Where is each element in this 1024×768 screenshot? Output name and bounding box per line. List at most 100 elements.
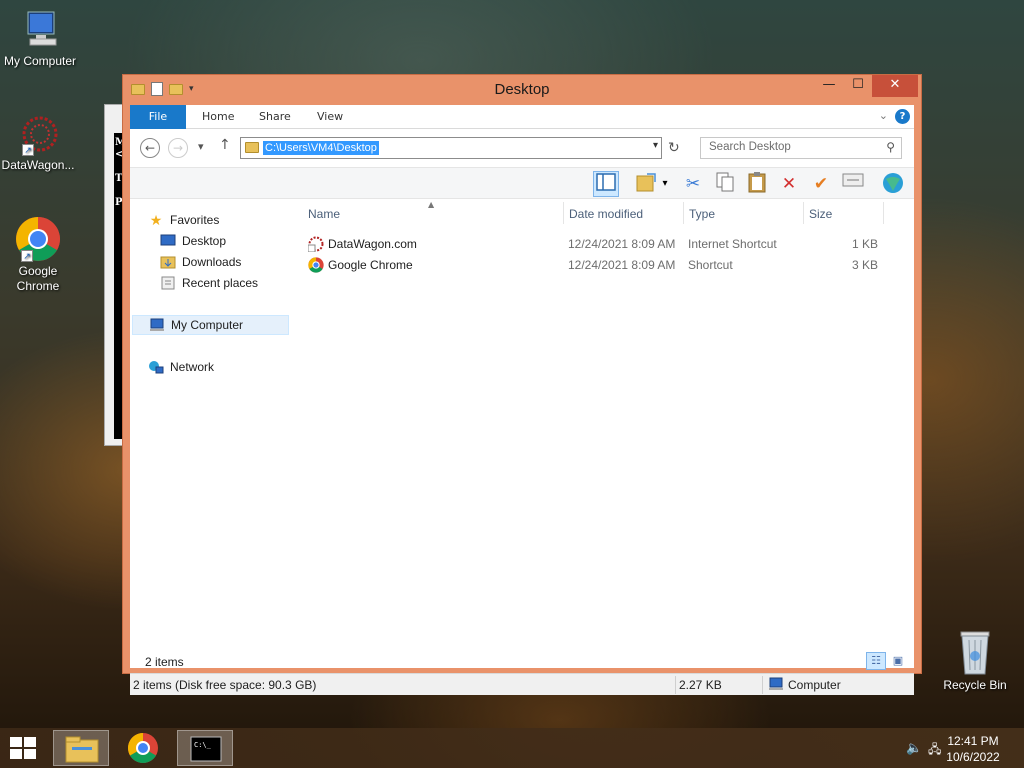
properties-icon[interactable] bbox=[840, 171, 866, 197]
column-header-type[interactable]: Type bbox=[689, 207, 715, 221]
tab-file[interactable]: File bbox=[130, 105, 186, 129]
network-icon bbox=[148, 360, 164, 374]
status-divider bbox=[762, 676, 763, 694]
details-view-icon[interactable]: ☷ bbox=[866, 652, 886, 670]
system-tray: 🔈 🖧 12:41 PM 10/6/2022 bbox=[884, 728, 1024, 768]
column-divider[interactable] bbox=[883, 202, 884, 224]
computer-icon bbox=[768, 677, 784, 694]
table-row[interactable]: Google Chrome 12/24/2021 8:09 AM Shortcu… bbox=[300, 255, 880, 275]
taskbar-command-prompt[interactable]: C:\_ bbox=[177, 730, 233, 766]
delete-icon[interactable]: ✕ bbox=[776, 171, 802, 197]
folder-options-icon[interactable] bbox=[633, 171, 659, 197]
desktop-icon-my-computer[interactable]: My Computer bbox=[0, 8, 80, 69]
desktop-icon-label: Google Chrome bbox=[16, 264, 60, 293]
nav-network[interactable]: Network bbox=[148, 357, 305, 377]
title-bar[interactable]: ▾ Desktop — ☐ ✕ bbox=[123, 75, 921, 105]
taskbar-file-explorer[interactable] bbox=[53, 730, 109, 766]
search-placeholder: Search Desktop bbox=[709, 141, 791, 153]
globe-icon[interactable] bbox=[880, 171, 906, 197]
address-bar[interactable]: C:\Users\VM4\Desktop ▾ bbox=[240, 137, 662, 159]
nav-label: Desktop bbox=[182, 234, 227, 248]
column-header-size[interactable]: Size bbox=[809, 207, 832, 221]
column-divider[interactable] bbox=[683, 202, 684, 224]
recent-locations-button[interactable]: ▾ bbox=[198, 140, 204, 153]
downloads-icon bbox=[160, 255, 176, 269]
file-date: 12/24/2021 8:09 AM bbox=[568, 258, 676, 272]
column-divider[interactable] bbox=[563, 202, 564, 224]
table-row[interactable]: DataWagon.com 12/24/2021 8:09 AM Interne… bbox=[300, 234, 880, 254]
chevron-down-icon[interactable]: ▾ bbox=[653, 140, 658, 151]
taskbar: C:\_ 🔈 🖧 12:41 PM 10/6/2022 bbox=[0, 728, 1024, 768]
recent-places-icon bbox=[160, 276, 176, 290]
nav-downloads[interactable]: Downloads bbox=[160, 252, 317, 272]
window-body: File Home Share View ⌄ ? ← → ▾ ↑ C:\User… bbox=[130, 105, 914, 695]
navigation-pane: ★ Favorites Desktop Downloads Recent pla… bbox=[130, 200, 290, 640]
column-header-name[interactable]: Name bbox=[308, 207, 340, 221]
shortcut-arrow-icon: ↗ bbox=[21, 250, 33, 262]
help-icon[interactable]: ? bbox=[895, 109, 910, 124]
nav-desktop[interactable]: Desktop bbox=[160, 231, 317, 251]
file-name: DataWagon.com bbox=[328, 237, 417, 251]
copy-icon[interactable] bbox=[712, 171, 738, 197]
up-button[interactable]: ↑ bbox=[219, 137, 231, 153]
desktop-icon-datawagon[interactable]: ↗ DataWagon... bbox=[0, 112, 78, 173]
item-count-bar: 2 items ☷ ▣ bbox=[130, 650, 914, 672]
refresh-icon[interactable]: ↻ bbox=[668, 140, 680, 156]
nav-label: Favorites bbox=[170, 213, 220, 227]
chrome-icon: ↗ bbox=[15, 216, 61, 262]
chevron-down-icon[interactable]: ▾ bbox=[658, 171, 672, 197]
file-list: ▲ Name Date modified Type Size DataWagon… bbox=[300, 200, 914, 640]
close-button[interactable]: ✕ bbox=[872, 75, 918, 97]
desktop-icon-recycle-bin[interactable]: Recycle Bin bbox=[935, 630, 1015, 693]
tab-view[interactable]: View bbox=[303, 105, 357, 129]
nav-label: My Computer bbox=[171, 318, 244, 332]
file-type: Shortcut bbox=[688, 258, 733, 272]
nav-label: Network bbox=[170, 360, 215, 374]
preview-pane-icon[interactable] bbox=[593, 171, 619, 197]
item-count: 2 items bbox=[145, 655, 184, 669]
datawagon-icon: ↗ bbox=[16, 112, 60, 156]
desktop-icon bbox=[160, 234, 176, 248]
maximize-button[interactable]: ☐ bbox=[843, 75, 873, 97]
expand-ribbon-icon[interactable]: ⌄ bbox=[879, 109, 888, 122]
status-size: 2.27 KB bbox=[679, 678, 722, 692]
chrome-icon bbox=[308, 257, 324, 273]
status-summary: 2 items (Disk free space: 90.3 GB) bbox=[133, 678, 317, 692]
nav-label: Downloads bbox=[182, 255, 242, 269]
start-button[interactable] bbox=[10, 737, 38, 759]
file-date: 12/24/2021 8:09 AM bbox=[568, 237, 676, 251]
command-toolbar: ▾ ✂ ✕ ✔ bbox=[130, 167, 914, 199]
desktop-icon-label: My Computer bbox=[3, 54, 77, 68]
nav-my-computer[interactable]: My Computer bbox=[132, 315, 289, 335]
command-prompt-icon: C:\_ bbox=[190, 736, 222, 762]
svg-text:C:\_: C:\_ bbox=[194, 741, 212, 749]
address-path[interactable]: C:\Users\VM4\Desktop bbox=[263, 141, 379, 155]
file-name: Google Chrome bbox=[328, 258, 413, 272]
clock-time: 12:41 PM bbox=[947, 734, 999, 748]
cut-icon[interactable]: ✂ bbox=[680, 171, 706, 197]
paste-icon[interactable] bbox=[744, 171, 770, 197]
large-icons-view-icon[interactable]: ▣ bbox=[888, 652, 908, 670]
back-button[interactable]: ← bbox=[140, 138, 160, 158]
taskbar-chrome[interactable] bbox=[115, 730, 171, 766]
nav-favorites[interactable]: ★ Favorites bbox=[148, 210, 305, 230]
computer-icon bbox=[18, 8, 62, 52]
file-type: Internet Shortcut bbox=[688, 237, 777, 251]
rename-icon[interactable]: ✔ bbox=[808, 171, 834, 197]
tab-share[interactable]: Share bbox=[245, 105, 305, 129]
star-icon: ★ bbox=[149, 212, 163, 228]
nav-recent-places[interactable]: Recent places bbox=[160, 273, 317, 293]
column-divider[interactable] bbox=[803, 202, 804, 224]
search-input[interactable]: Search Desktop ⚲ bbox=[700, 137, 902, 159]
navigation-bar: ← → ▾ ↑ C:\Users\VM4\Desktop ▾ ↻ Search … bbox=[130, 130, 914, 166]
computer-icon bbox=[149, 318, 165, 332]
minimize-button[interactable]: — bbox=[814, 75, 844, 97]
clock[interactable]: 12:41 PM 10/6/2022 bbox=[938, 733, 1008, 765]
forward-button[interactable]: → bbox=[168, 138, 188, 158]
status-location: Computer bbox=[788, 678, 841, 692]
tab-home[interactable]: Home bbox=[188, 105, 248, 129]
search-icon[interactable]: ⚲ bbox=[886, 140, 895, 154]
desktop-icon-google-chrome[interactable]: ↗ Google Chrome bbox=[0, 216, 78, 294]
volume-muted-icon[interactable]: 🔈 bbox=[906, 740, 922, 756]
column-header-date[interactable]: Date modified bbox=[569, 207, 643, 221]
